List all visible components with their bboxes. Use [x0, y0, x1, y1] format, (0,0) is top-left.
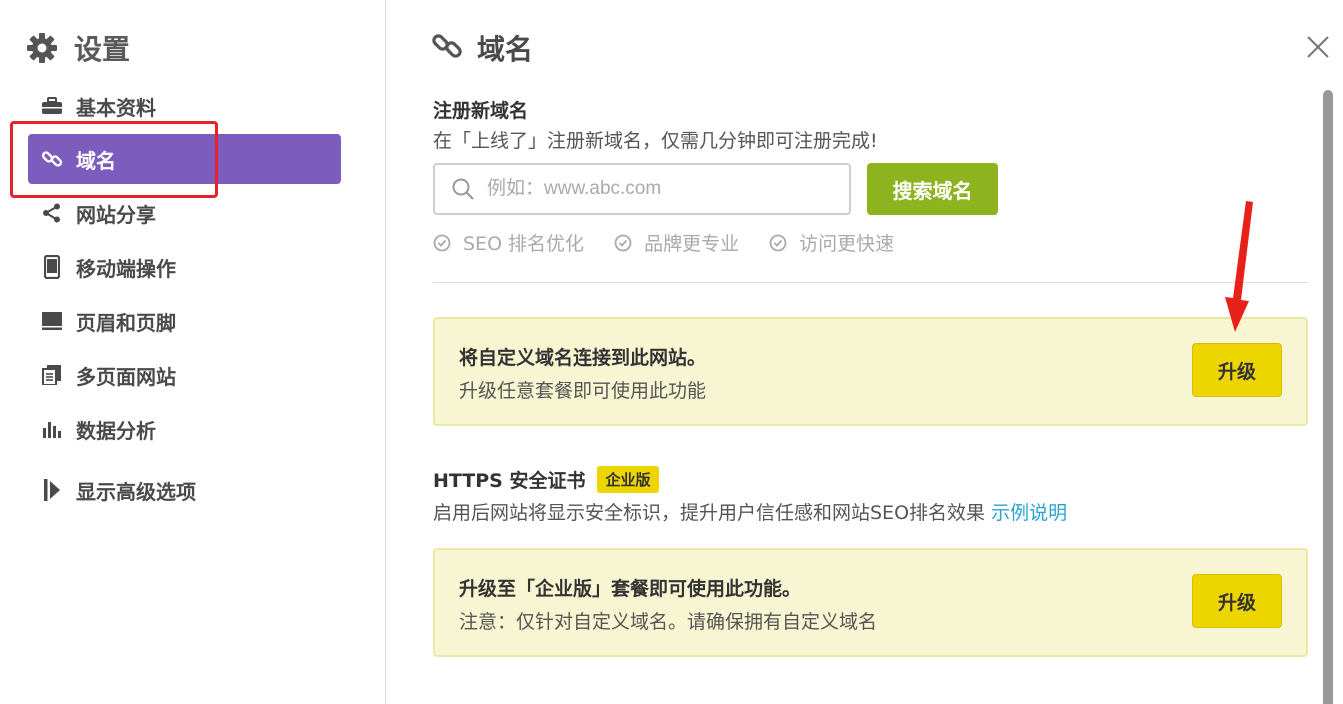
upgrade-button[interactable]: 升级 — [1192, 574, 1282, 628]
check-circle-icon — [433, 234, 451, 251]
sidebar-item-label: 数据分析 — [76, 418, 156, 443]
sidebar-item-label: 移动端操作 — [76, 256, 176, 281]
example-link[interactable]: 示例说明 — [991, 502, 1067, 524]
sidebar-item-label: 域名 — [76, 148, 116, 173]
card-desc: 注意：仅针对自定义域名。请确保拥有自定义域名 — [459, 611, 878, 633]
sidebar-item-mobile[interactable]: 移动端操作 — [28, 242, 341, 292]
custom-domain-card: 将自定义域名连接到此网站。 升级任意套餐即可使用此功能 升级 — [433, 317, 1308, 426]
feature-item: SEO 排名优化 — [433, 229, 584, 256]
check-circle-icon — [769, 234, 787, 251]
briefcase-icon — [40, 94, 64, 118]
feature-label: 访问更快速 — [799, 233, 895, 255]
card-title: 将自定义域名连接到此网站。 — [459, 347, 707, 369]
domain-search-box[interactable] — [433, 163, 851, 215]
upgrade-button[interactable]: 升级 — [1192, 343, 1282, 397]
feature-label: SEO 排名优化 — [463, 233, 585, 255]
gear-icon — [26, 32, 58, 64]
page-title: 域名 — [477, 33, 534, 66]
sidebar-item-label: 页眉和页脚 — [76, 310, 176, 335]
https-upgrade-card: 升级至「企业版」套餐即可使用此功能。 注意：仅针对自定义域名。请确保拥有自定义域… — [433, 548, 1308, 657]
share-icon — [40, 201, 64, 225]
pages-icon — [40, 363, 64, 387]
mobile-icon — [40, 255, 64, 279]
feature-item: 访问更快速 — [769, 229, 894, 256]
domain-search-input[interactable] — [487, 178, 827, 200]
panel-header: 域名 — [431, 28, 533, 68]
https-title-text: HTTPS 安全证书 — [433, 470, 586, 492]
link-icon — [40, 147, 64, 171]
sidebar-title: 设置 — [74, 33, 131, 66]
close-button[interactable] — [1305, 34, 1331, 60]
section-divider — [433, 282, 1308, 283]
sidebar-item-header-footer[interactable]: 页眉和页脚 — [28, 296, 341, 346]
sidebar-item-label: 基本资料 — [76, 95, 156, 120]
sidebar-item-basic-info[interactable]: 基本资料 — [28, 81, 341, 131]
card-desc: 升级任意套餐即可使用此功能 — [459, 380, 707, 402]
link-icon — [431, 30, 463, 66]
register-title: 注册新域名 — [433, 100, 529, 122]
settings-sidebar: 设置 基本资料 域名 网站分享 移动端操作 页眉和页脚 多页面网站 数据分析 显… — [0, 0, 386, 704]
close-icon — [1307, 36, 1329, 58]
sidebar-header: 设置 — [26, 28, 130, 68]
sidebar-item-advanced[interactable]: 显示高级选项 — [28, 465, 341, 515]
https-desc: 启用后网站将显示安全标识，提升用户信任感和网站SEO排名效果 示例说明 — [433, 498, 1067, 525]
bar-chart-icon — [40, 417, 64, 441]
card-title: 升级至「企业版」套餐即可使用此功能。 — [459, 578, 802, 600]
sidebar-item-multipage[interactable]: 多页面网站 — [28, 350, 341, 400]
sidebar-item-label: 显示高级选项 — [76, 479, 196, 504]
annotation-arrow — [1225, 201, 1253, 332]
sidebar-item-label: 网站分享 — [76, 202, 156, 227]
scrollbar[interactable] — [1323, 90, 1333, 704]
feature-label: 品牌更专业 — [644, 233, 740, 255]
https-desc-text: 启用后网站将显示安全标识，提升用户信任感和网站SEO排名效果 — [433, 502, 986, 524]
search-domain-button[interactable]: 搜索域名 — [867, 163, 998, 215]
enterprise-badge: 企业版 — [597, 466, 659, 493]
search-icon — [452, 178, 474, 200]
expand-icon — [40, 478, 64, 502]
domain-panel: 域名 注册新域名 在「上线了」注册新域名，仅需几分钟即可注册完成! 搜索域名 S… — [387, 0, 1343, 704]
sidebar-item-analytics[interactable]: 数据分析 — [28, 404, 341, 454]
sidebar-item-share[interactable]: 网站分享 — [28, 188, 341, 238]
register-desc: 在「上线了」注册新域名，仅需几分钟即可注册完成! — [433, 130, 878, 152]
sidebar-item-label: 多页面网站 — [76, 364, 176, 389]
check-circle-icon — [614, 234, 632, 251]
feature-item: 品牌更专业 — [614, 229, 739, 256]
sidebar-item-domain[interactable]: 域名 — [28, 134, 341, 184]
header-footer-icon — [40, 309, 64, 333]
feature-list: SEO 排名优化 品牌更专业 访问更快速 — [433, 229, 924, 256]
https-title: HTTPS 安全证书 企业版 — [433, 466, 659, 493]
